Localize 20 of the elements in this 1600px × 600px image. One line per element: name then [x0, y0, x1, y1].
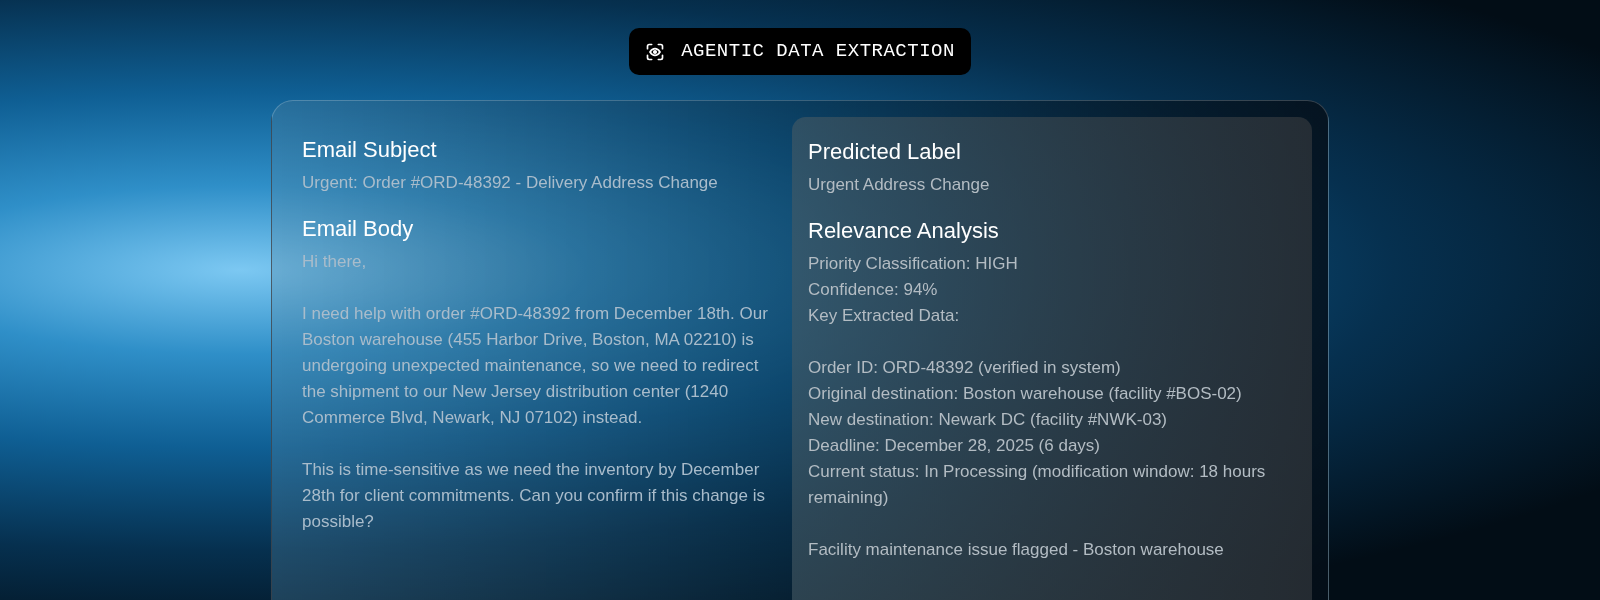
section-heading: Email Subject — [302, 136, 438, 164]
section-heading: Relevance Analysis — [808, 217, 1000, 245]
analysis-line: Current status: In Processing (modification window: 18 hours remaining) — [808, 461, 1267, 509]
analysis-line: Order ID: ORD-48392 (verified in system) — [808, 357, 1122, 379]
email-subject: Urgent: Order #ORD-48392 - Delivery Address Change — [302, 172, 719, 194]
analysis-line: Deadline: December 28, 2025 (6 days) — [808, 435, 1101, 457]
section-heading: Predicted Label — [808, 138, 962, 166]
email-paragraph: Hi there, — [302, 251, 368, 273]
email-paragraph: This is time-sensitive as we need the inventory by December 28th for client commitments. Can you confirm if this change is possible? — [302, 459, 766, 533]
section-heading: Email Body — [302, 215, 415, 243]
analysis-line: New destination: Newark DC (facility #NWK-03) — [808, 409, 1168, 431]
badge-label: AGENTIC DATA EXTRACTION — [681, 39, 955, 65]
analysis-line: Facility maintenance issue flagged - Boston warehouse — [808, 539, 1225, 561]
analysis-line: Original destination: Boston warehouse (facility #BOS-02) — [808, 383, 1243, 405]
eye-scan-icon — [645, 41, 666, 62]
predicted-label: Urgent Address Change — [808, 174, 991, 196]
analysis-line: Confidence: 94% — [808, 279, 939, 301]
email-paragraph: I need help with order #ORD-48392 from December 18th. Our Boston warehouse (455 Harbor Drive, Boston, MA 02210) is undergoing unexpected maintenance, so we need to redirect the shipment to our New Jersey distribution center (1240 Commerce Blvd, Newark, NJ 07102) instead. — [302, 303, 768, 429]
analysis-line: Priority Classification: HIGH — [808, 253, 1019, 275]
analysis-line: Key Extracted Data: — [808, 305, 961, 327]
